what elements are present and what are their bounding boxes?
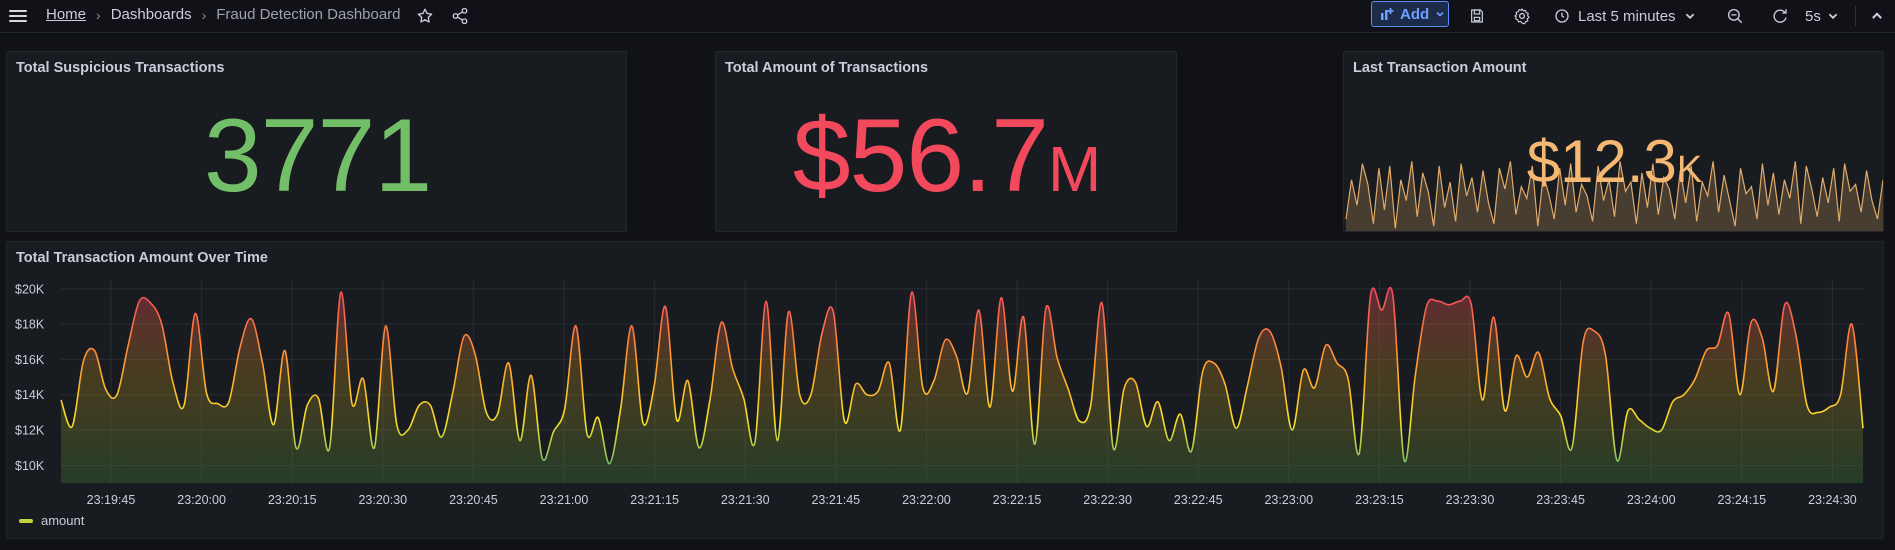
chevron-down-icon	[1685, 13, 1694, 20]
stat-unit: K	[1676, 149, 1703, 191]
stat-value-group: $12.3K	[1344, 128, 1883, 210]
refresh-interval-label: 5s	[1805, 7, 1821, 25]
time-range-picker[interactable]: Last 5 minutes	[1554, 5, 1696, 27]
toolbar-divider	[1855, 6, 1856, 26]
x-tick-label: 23:21:30	[721, 493, 770, 507]
top-navigation-bar: Home › Dashboards › Fraud Detection Dash…	[0, 0, 1895, 33]
last-transaction-panel[interactable]: Last Transaction Amount $12.3K	[1343, 51, 1884, 232]
y-tick-label: $20K	[15, 282, 45, 296]
x-tick-label: 23:20:45	[449, 493, 498, 507]
stat-value: $56.7	[792, 98, 1049, 214]
x-tick-label: 23:24:00	[1627, 493, 1676, 507]
x-tick-label: 23:23:30	[1446, 493, 1495, 507]
x-tick-label: 23:23:15	[1355, 493, 1404, 507]
y-tick-label: $14K	[15, 388, 45, 402]
y-tick-label: $16K	[15, 353, 45, 367]
x-tick-label: 23:20:15	[268, 493, 317, 507]
x-tick-label: 23:22:30	[1083, 493, 1132, 507]
time-range-label: Last 5 minutes	[1578, 7, 1676, 25]
breadcrumb-dashboards-link[interactable]: Dashboards	[111, 6, 192, 23]
suspicious-transactions-panel[interactable]: Total Suspicious Transactions 3771	[6, 51, 627, 232]
zoom-out-icon[interactable]	[1724, 5, 1746, 27]
series-area-amount	[61, 287, 1863, 483]
refresh-icon[interactable]	[1769, 5, 1791, 27]
x-tick-label: 23:22:00	[902, 493, 951, 507]
y-tick-label: $10K	[15, 459, 45, 473]
add-panel-icon	[1381, 8, 1394, 20]
breadcrumb-current-page: Fraud Detection Dashboard	[216, 6, 401, 23]
breadcrumb: Home › Dashboards › Fraud Detection Dash…	[46, 6, 401, 23]
panel-title: Total Suspicious Transactions	[16, 60, 225, 76]
share-icon[interactable]	[449, 5, 471, 27]
menu-icon[interactable]	[8, 6, 28, 26]
chevron-down-icon	[1828, 13, 1838, 20]
x-tick-label: 23:20:00	[177, 493, 226, 507]
x-tick-label: 23:22:45	[1174, 493, 1223, 507]
legend-swatch	[19, 518, 33, 523]
x-tick-label: 23:23:00	[1264, 493, 1313, 507]
add-button-label: Add	[1400, 5, 1430, 23]
x-tick-label: 23:19:45	[87, 493, 136, 507]
save-icon[interactable]	[1466, 5, 1488, 27]
stat-value: 3771	[203, 98, 432, 214]
timeseries-chart: $10K $12K $14K $16K $18K $20K 23:19:45 23:20:00…	[15, 280, 1864, 507]
x-tick-label: 23:21:00	[540, 493, 589, 507]
legend-series-name: amount	[41, 513, 85, 528]
add-button[interactable]: Add	[1371, 1, 1449, 27]
stat-unit: M	[1047, 133, 1102, 205]
refresh-interval-picker[interactable]: 5s	[1805, 5, 1839, 27]
chevron-down-icon	[1436, 11, 1444, 17]
transaction-amount-timeseries-panel[interactable]: Total Transaction Amount Over Time $10K $…	[6, 241, 1884, 539]
y-tick-label: $18K	[15, 318, 45, 332]
total-amount-panel[interactable]: Total Amount of Transactions $56.7M	[715, 51, 1177, 232]
x-tick-label: 23:20:30	[358, 493, 407, 507]
breadcrumb-separator: ›	[96, 6, 101, 23]
chart-legend[interactable]: amount	[19, 513, 84, 528]
x-tick-label: 23:24:15	[1717, 493, 1766, 507]
y-tick-label: $12K	[15, 424, 45, 438]
star-icon[interactable]	[414, 5, 436, 27]
stat-value-group: $56.7M	[716, 104, 1176, 231]
x-tick-label: 23:21:45	[811, 493, 860, 507]
panel-title: Total Amount of Transactions	[725, 60, 929, 76]
breadcrumb-separator: ›	[201, 6, 207, 23]
x-tick-label: 23:23:45	[1536, 493, 1585, 507]
breadcrumb-home-link[interactable]: Home	[46, 6, 86, 23]
clock-icon	[1555, 9, 1569, 23]
gear-icon[interactable]	[1511, 5, 1533, 27]
x-tick-label: 23:21:15	[630, 493, 679, 507]
chevron-up-icon[interactable]	[1866, 5, 1888, 27]
x-tick-label: 23:24:30	[1808, 493, 1857, 507]
stat-value: $12.3	[1526, 128, 1677, 195]
x-tick-label: 23:22:15	[993, 493, 1042, 507]
